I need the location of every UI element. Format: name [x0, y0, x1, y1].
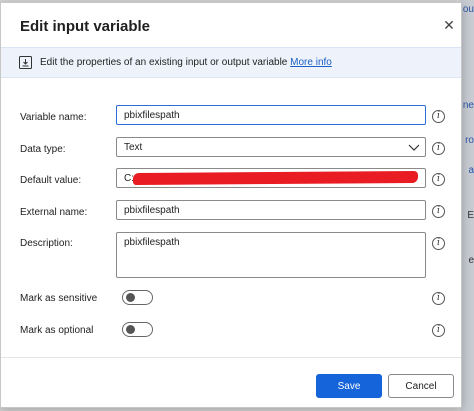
toggle-knob: [126, 325, 135, 334]
mark-sensitive-label: Mark as sensitive: [20, 293, 98, 304]
edit-variable-dialog: Edit input variable ✕ Edit the propertie…: [0, 2, 462, 408]
data-type-value: Text: [124, 142, 143, 153]
description-textarea[interactable]: pbixfilespath: [116, 232, 426, 278]
data-type-select[interactable]: Text: [116, 137, 426, 157]
variable-name-value: pbixfilespath: [124, 110, 180, 121]
external-name-input[interactable]: pbixfilespath: [116, 200, 426, 220]
info-banner: Edit the properties of an existing input…: [1, 47, 461, 78]
default-value-help-icon[interactable]: i: [432, 173, 445, 186]
redaction-mark: [132, 171, 419, 185]
default-value-input[interactable]: C:: [116, 168, 426, 188]
download-info-icon: [19, 56, 32, 69]
background-text-fragment: a: [468, 165, 474, 176]
close-icon[interactable]: ✕: [439, 15, 459, 35]
external-name-value: pbixfilespath: [124, 205, 180, 216]
mark-sensitive-help-icon[interactable]: i: [432, 292, 445, 305]
background-text-fragment: ou: [462, 4, 474, 15]
data-type-label: Data type:: [20, 144, 66, 155]
save-button[interactable]: Save: [316, 374, 382, 398]
footer-divider: [1, 357, 461, 358]
background-app-strip: ou ne ro a E e: [460, 0, 474, 411]
mark-optional-help-icon[interactable]: i: [432, 324, 445, 337]
mark-optional-label: Mark as optional: [20, 325, 94, 336]
chevron-down-icon: [408, 144, 420, 151]
toggle-knob: [126, 293, 135, 302]
description-value: pbixfilespath: [124, 237, 180, 248]
external-name-label: External name:: [20, 207, 88, 218]
dialog-title: Edit input variable: [20, 18, 151, 35]
variable-name-help-icon[interactable]: i: [432, 110, 445, 123]
variable-name-label: Variable name:: [20, 112, 87, 123]
variable-name-input[interactable]: pbixfilespath: [116, 105, 426, 125]
background-text-fragment: E: [467, 210, 474, 221]
mark-optional-toggle[interactable]: [122, 322, 153, 337]
more-info-link[interactable]: More info: [290, 57, 332, 68]
background-text-fragment: ro: [465, 135, 474, 146]
background-text-fragment: ne: [462, 100, 474, 111]
description-help-icon[interactable]: i: [432, 237, 445, 250]
background-text-fragment: e: [468, 255, 474, 266]
description-label: Description:: [20, 238, 73, 249]
default-value-label: Default value:: [20, 175, 82, 186]
data-type-help-icon[interactable]: i: [432, 142, 445, 155]
mark-sensitive-toggle[interactable]: [122, 290, 153, 305]
banner-text: Edit the properties of an existing input…: [40, 57, 332, 68]
external-name-help-icon[interactable]: i: [432, 205, 445, 218]
banner-description: Edit the properties of an existing input…: [40, 57, 288, 68]
cancel-button[interactable]: Cancel: [388, 374, 454, 398]
